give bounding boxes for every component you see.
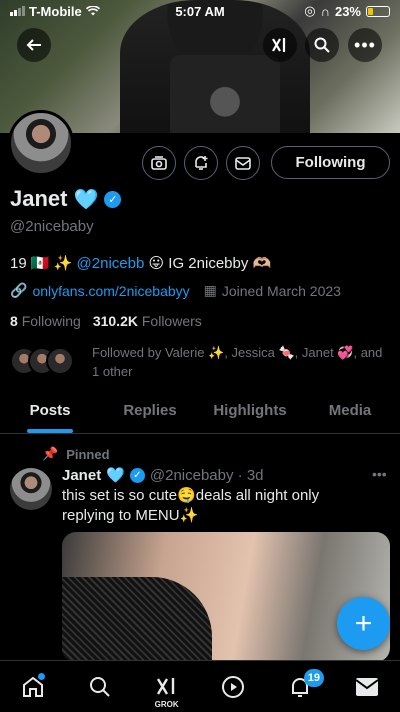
following-count: 8 [10, 313, 18, 329]
verified-badge-icon[interactable]: ✓ [104, 190, 122, 208]
envelope-icon [235, 156, 251, 170]
nav-grok[interactable]: GROK [147, 667, 187, 709]
followers-label: Followers [141, 313, 202, 329]
search-icon [314, 37, 330, 53]
profile-meta: 🔗 onlyfans.com/2nicebabyy ▦ Joined March… [10, 282, 341, 299]
following-link[interactable]: 8 Following [10, 313, 81, 329]
bio-suffix: 😛 IG 2nicebby 🫶🏼 [148, 255, 272, 272]
banner-shirt [170, 55, 280, 133]
grok-label: GROK [154, 699, 179, 709]
subscriptions-button[interactable] [142, 146, 176, 180]
more-options-button[interactable]: ••• [348, 28, 382, 62]
battery-icon [366, 5, 390, 17]
verified-badge-icon: ✓ [129, 467, 145, 483]
tweet-more-icon[interactable]: ••• [372, 466, 387, 482]
tab-posts[interactable]: Posts [0, 392, 100, 433]
notifications-badge: 19 [303, 668, 324, 687]
avatar [46, 347, 74, 375]
search-button[interactable] [305, 28, 339, 62]
signal-icon [10, 6, 25, 16]
profile-avatar[interactable] [8, 110, 74, 176]
following-button[interactable]: Following [271, 146, 390, 179]
carrier-group: T-Mobile [10, 4, 160, 19]
wifi-icon [85, 4, 100, 19]
nav-home[interactable] [13, 667, 53, 707]
grok-icon [272, 38, 286, 52]
tweet-author[interactable]: Janet [62, 467, 101, 484]
nav-notifications[interactable]: 19 [280, 667, 324, 707]
name-emoji: 🩵 [73, 188, 99, 211]
tweet-header: Janet 🩵 ✓ @2nicebaby · 3d [62, 466, 264, 485]
pinned-label: Pinned [66, 446, 110, 462]
tweet-text: this set is so cute🤤deals all night only… [62, 487, 320, 524]
following-label: Following [21, 313, 81, 329]
tweet-avatar[interactable] [10, 468, 52, 510]
tweet-handle-time: @2nicebaby · 3d [149, 466, 264, 484]
followed-by-row[interactable]: Followed by Valerie ✨, Jessica 🍬, Janet … [10, 343, 392, 381]
tab-highlights[interactable]: Highlights [200, 392, 300, 433]
tweet-media[interactable] [62, 532, 390, 662]
profile-name: Janet [10, 186, 68, 211]
profile-name-row: Janet 🩵 ✓ [10, 186, 122, 212]
headphones-icon: ∩ [320, 3, 330, 19]
nav-search[interactable] [80, 667, 120, 707]
message-button[interactable] [226, 146, 260, 180]
location-icon: ◎ [304, 3, 316, 18]
status-right: ◎ ∩ 23% [240, 3, 390, 19]
follow-counts: 8 Following 310.2K Followers [10, 313, 202, 329]
profile-bio: 19 🇲🇽 ✨ @2nicebb 😛 IG 2nicebby 🫶🏼 [10, 254, 271, 272]
followed-by-text: Followed by Valerie ✨, Jessica 🍬, Janet … [92, 345, 383, 379]
search-icon [89, 676, 110, 697]
back-button[interactable] [17, 28, 51, 62]
joined-group: ▦ Joined March 2023 [204, 282, 341, 299]
profile-tabs: Posts Replies Highlights Media [0, 392, 400, 434]
more-horizontal-icon: ••• [354, 34, 376, 55]
status-bar: T-Mobile 5:07 AM ◎ ∩ 23% [0, 0, 400, 22]
grok-button[interactable] [263, 28, 297, 62]
play-circle-icon [222, 675, 245, 698]
pinned-label-row: 📌 Pinned [42, 446, 110, 462]
joined-date: Joined March 2023 [221, 282, 341, 299]
notify-button[interactable] [184, 146, 218, 180]
bio-mention-link[interactable]: @2nicebb [77, 255, 145, 272]
calendar-icon: ▦ [203, 282, 217, 298]
followers-count: 310.2K [92, 313, 138, 329]
bell-plus-icon [195, 156, 208, 170]
carrier-name: T-Mobile [29, 3, 82, 19]
tab-replies[interactable]: Replies [100, 392, 200, 433]
arrow-left-icon [26, 39, 41, 51]
battery-fill [368, 7, 373, 15]
pin-icon: 📌 [42, 446, 59, 461]
link-icon: 🔗 [10, 282, 28, 298]
website-group: 🔗 onlyfans.com/2nicebabyy [10, 282, 190, 299]
envelope-icon [355, 677, 379, 696]
bio-prefix: 19 🇲🇽 ✨ [10, 255, 73, 272]
compose-button[interactable]: + [337, 597, 390, 650]
home-unread-dot [38, 672, 46, 680]
media-icon [151, 156, 167, 170]
plus-icon: + [354, 606, 373, 640]
tweet-author-emoji: 🩵 [106, 467, 125, 484]
profile-handle: @2nicebaby [10, 218, 94, 235]
mutual-avatars [10, 343, 84, 375]
website-link[interactable]: onlyfans.com/2nicebabyy [32, 283, 189, 299]
nav-video[interactable] [213, 667, 253, 707]
nav-messages[interactable] [347, 667, 387, 707]
followers-link[interactable]: 310.2K Followers [93, 313, 202, 329]
tab-media[interactable]: Media [300, 392, 400, 433]
bottom-nav: GROK 19 [0, 660, 400, 712]
grok-icon [156, 677, 174, 695]
clock: 5:07 AM [175, 3, 225, 19]
media-detail [62, 577, 212, 662]
battery-percent: 23% [334, 3, 361, 19]
